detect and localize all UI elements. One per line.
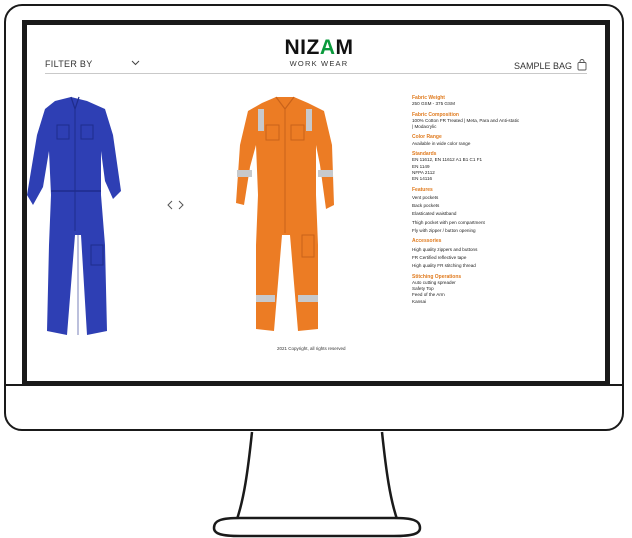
shopping-bag-icon	[577, 59, 587, 73]
spec-line: | Modacrylic	[412, 124, 437, 130]
browser-screen: FILTER BY NIZAM WORK WEAR SAMPLE BAG Fab…	[22, 20, 610, 386]
brand-subtitle: WORK WEAR	[289, 59, 349, 68]
brand-a-mark: A	[319, 36, 336, 59]
sample-bag-label: SAMPLE BAG	[513, 61, 572, 71]
spec-heading: Accessories	[412, 238, 442, 245]
spec-line: Fly with zipper / button opening	[412, 228, 476, 234]
spec-line: Kansai	[412, 298, 427, 304]
spec-line: 250 GSM - 375 GSM	[412, 101, 455, 107]
spec-line: FR Certified reflective tape	[412, 254, 467, 260]
filter-by-dropdown[interactable]: FILTER BY	[45, 59, 140, 69]
spec-line: EN 14116	[412, 176, 433, 182]
spec-line: High quality FR stitching thread	[412, 263, 476, 269]
chevron-right-icon[interactable]	[178, 200, 184, 213]
product-specs: Fabric Weight 250 GSM - 375 GSM Fabric C…	[412, 95, 592, 305]
spec-line: Elasticated waistband	[412, 211, 457, 217]
brand-wordmark: NIZAM	[284, 36, 354, 59]
brand-logo[interactable]: NIZAM WORK WEAR	[279, 36, 359, 68]
spec-heading: Features	[412, 186, 433, 193]
spec-line: Available in wide color range	[412, 140, 471, 146]
blue-coverall-image[interactable]	[27, 95, 122, 341]
orange-coverall-image[interactable]	[232, 95, 337, 335]
spec-line: Vent pockets	[412, 194, 439, 200]
spec-line: High quality zippers and buttons	[412, 246, 478, 252]
spec-line: Thigh pocket with pen compartment	[412, 219, 485, 225]
spec-line: Back pockets	[412, 203, 440, 209]
header-divider	[45, 73, 587, 74]
chevron-down-icon	[131, 58, 140, 68]
copyright-text: 2021 Copyright, all rights reserved	[277, 346, 346, 351]
filter-by-label: FILTER BY	[45, 59, 93, 69]
chevron-left-icon[interactable]	[167, 200, 173, 213]
sample-bag-button[interactable]: SAMPLE BAG	[514, 59, 587, 73]
